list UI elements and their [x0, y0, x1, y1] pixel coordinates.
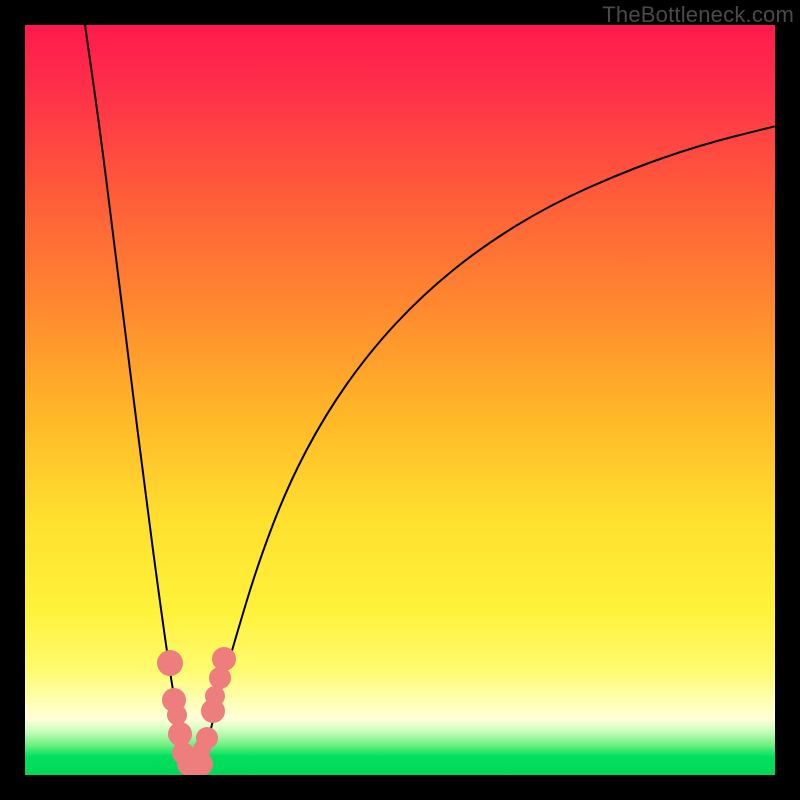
plot-area — [25, 25, 775, 775]
chart-frame: TheBottleneck.com — [0, 0, 800, 800]
watermark-text: TheBottleneck.com — [602, 2, 794, 28]
data-marker — [212, 647, 236, 671]
data-markers — [25, 25, 775, 775]
data-marker — [157, 650, 183, 676]
data-marker — [205, 686, 225, 706]
data-marker — [196, 727, 218, 749]
